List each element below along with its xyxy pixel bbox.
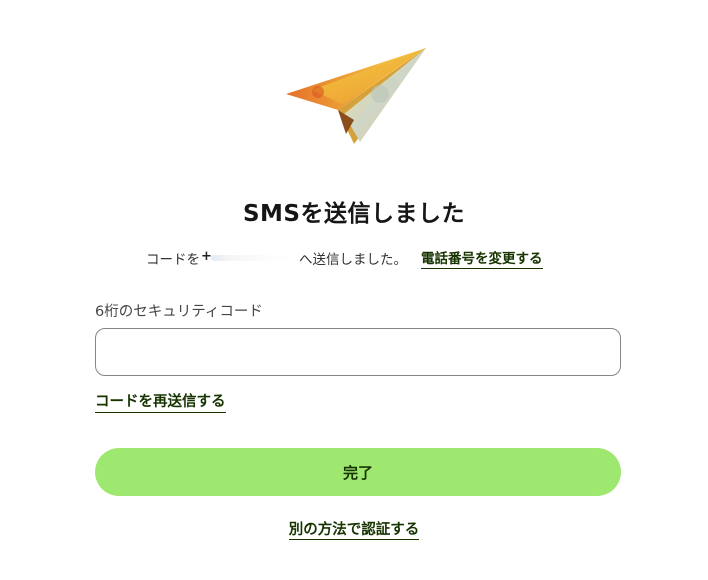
security-code-input[interactable] [95,328,621,376]
phone-redaction [211,255,297,261]
page-title: SMSを送信しました [242,201,466,227]
change-phone-link[interactable]: 電話番号を変更する [421,247,543,269]
paper-plane-icon [286,48,426,144]
code-field-label: 6桁のセキュリティコード [95,304,263,320]
alt-auth-container: 別の方法で認証する [0,518,708,540]
done-button[interactable]: 完了 [95,448,621,496]
masked-phone-number: + [201,249,298,266]
sent-prefix: コードを [146,252,200,268]
sent-message: コードを + へ送信しました。 電話番号を変更する [146,247,543,269]
sent-suffix: へ送信しました。 [299,252,407,268]
resend-code-link[interactable]: コードを再送信する [95,390,226,413]
alt-auth-link[interactable]: 別の方法で認証する [288,522,420,540]
